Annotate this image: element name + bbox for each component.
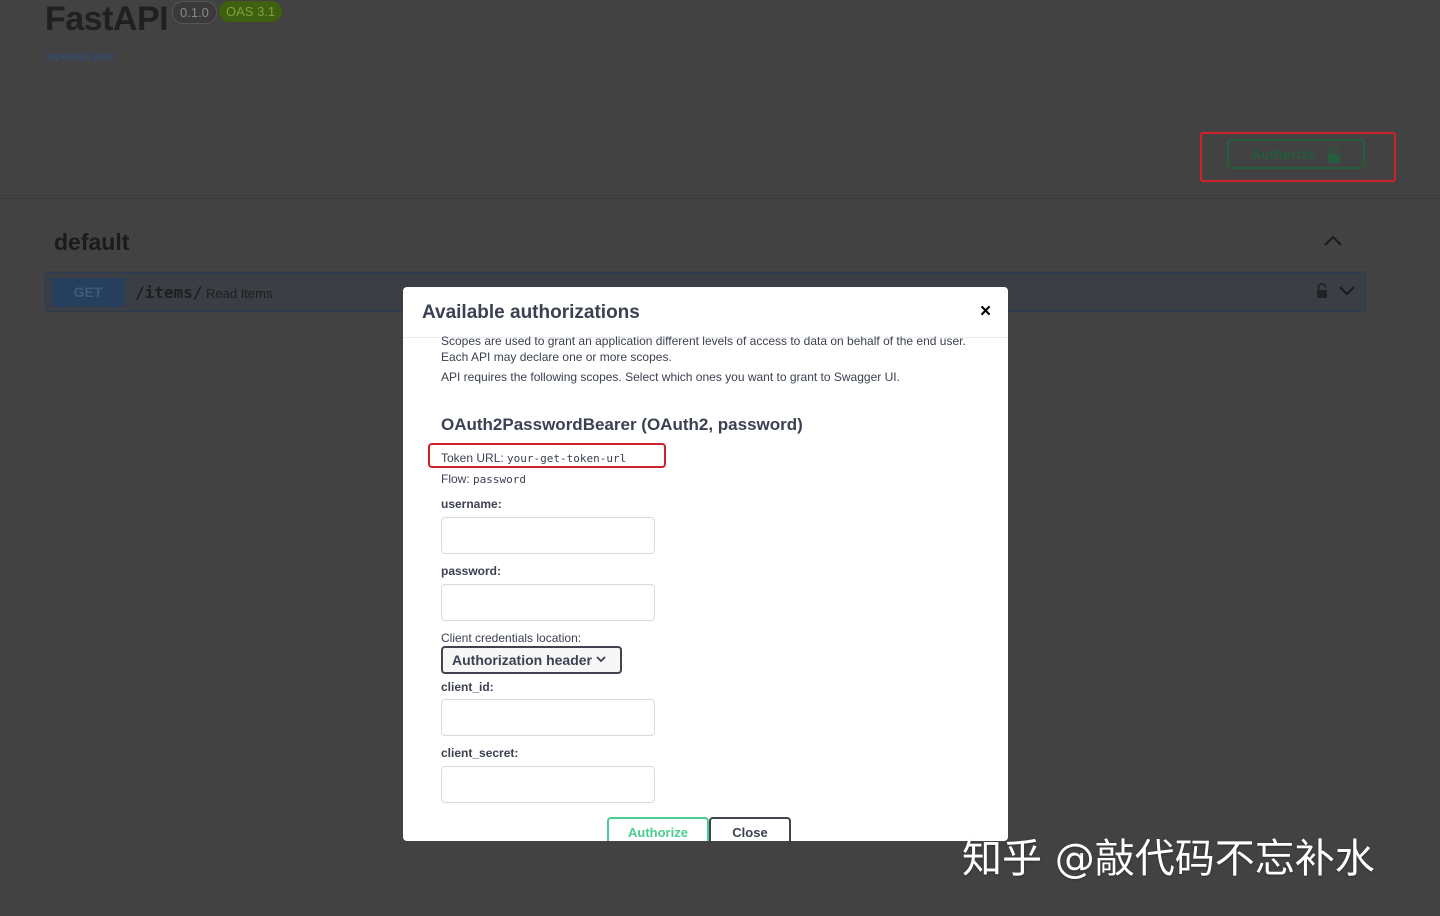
modal-authorize-button[interactable]: Authorize (607, 817, 709, 841)
username-label: username: (441, 497, 502, 511)
operation-summary: Read Items (206, 286, 273, 301)
watermark-text: 知乎 @敲代码不忘补水 (962, 836, 1375, 882)
chevron-down-icon[interactable] (1338, 285, 1356, 297)
password-label: password: (441, 564, 502, 578)
client-id-label: client_id: (441, 680, 494, 694)
token-url-label: Token URL: (441, 451, 504, 465)
version-badge: 0.1.0 (172, 1, 217, 24)
flow-label: Flow: (441, 472, 470, 486)
lock-icon (1328, 147, 1340, 163)
method-badge: GET (51, 278, 125, 307)
scope-description-1: Scopes are used to grant an application … (441, 334, 966, 348)
modal-title: Available authorizations (422, 302, 640, 323)
client-secret-input[interactable] (441, 766, 655, 803)
oas-badge: OAS 3.1 (219, 1, 283, 22)
scope-description-3: API requires the following scopes. Selec… (441, 370, 900, 384)
modal-header: Available authorizations × (403, 287, 1008, 338)
authorization-modal: Available authorizations × Scopes are us… (403, 287, 1008, 841)
credentials-location-select[interactable]: Authorization header (441, 646, 622, 674)
client-id-input[interactable] (441, 699, 655, 736)
chevron-down-icon (596, 656, 606, 663)
authorize-button[interactable]: Authorize (1227, 139, 1365, 169)
flow-line: Flow: password (441, 472, 526, 486)
section-divider (45, 266, 1367, 267)
header-divider (0, 198, 1440, 199)
app-title: FastAPI (45, 0, 169, 38)
scope-description-2: Each API may declare one or more scopes. (441, 350, 672, 364)
openapi-json-link[interactable]: /openapi.json (45, 49, 116, 63)
authorize-button-label: Authorize (1251, 146, 1316, 162)
close-icon[interactable]: × (980, 301, 991, 323)
chevron-up-icon[interactable] (1323, 234, 1343, 248)
modal-close-button[interactable]: Close (709, 817, 791, 841)
auth-scheme-title: OAuth2PasswordBearer (OAuth2, password) (441, 415, 803, 434)
password-input[interactable] (441, 584, 655, 621)
flow-value: password (473, 473, 526, 486)
lock-icon[interactable] (1316, 283, 1328, 299)
token-url-line: Token URL: your-get-token-url (441, 451, 626, 465)
token-url-value: your-get-token-url (507, 452, 627, 465)
operation-path: /items/ (135, 283, 203, 302)
credentials-location-label: Client credentials location: (441, 631, 582, 645)
credentials-location-value: Authorization header (452, 652, 593, 668)
section-title[interactable]: default (54, 229, 129, 256)
client-secret-label: client_secret: (441, 746, 519, 760)
username-input[interactable] (441, 517, 655, 554)
